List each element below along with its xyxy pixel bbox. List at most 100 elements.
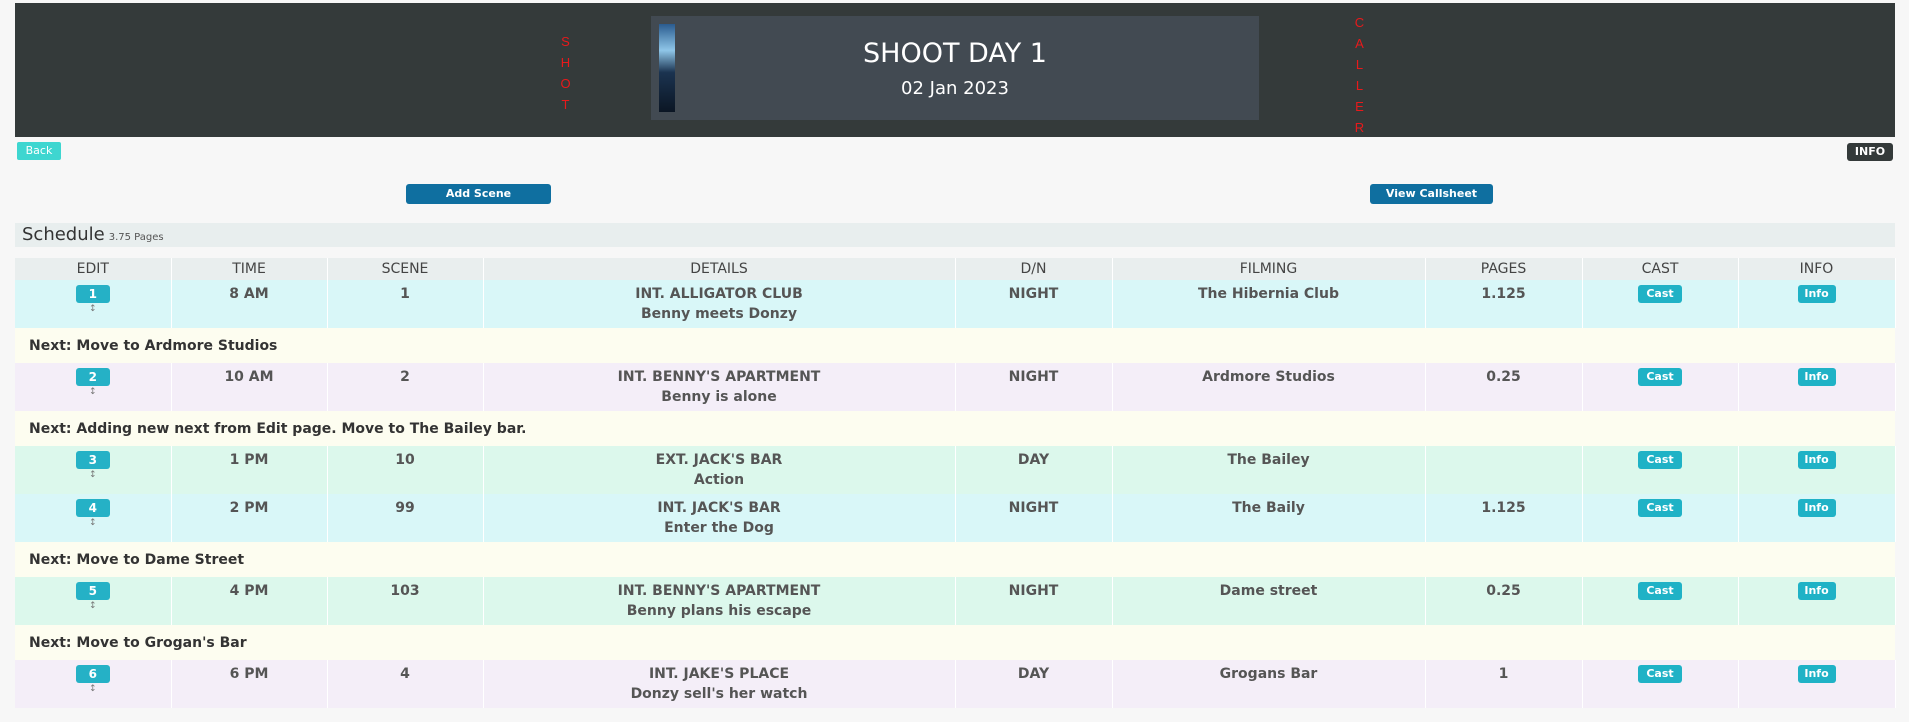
- scene-description: Action: [693, 472, 745, 488]
- dn-cell: DAY: [955, 446, 1113, 494]
- next-move-row: Next: Move to Dame Street: [15, 542, 1895, 577]
- cast-cell: Cast: [1582, 446, 1739, 494]
- time-value: 6 PM: [229, 666, 269, 682]
- time-value: 2 PM: [229, 500, 269, 516]
- row-info-button[interactable]: Info: [1797, 285, 1836, 303]
- filming-location: Ardmore Studios: [1202, 369, 1335, 385]
- edit-scene-button[interactable]: 6: [75, 665, 110, 683]
- edit-scene-button[interactable]: 5: [75, 582, 110, 600]
- edit-cell: 6 ↕: [15, 660, 172, 708]
- filming-cell: The Bailey: [1112, 446, 1426, 494]
- cast-button[interactable]: Cast: [1638, 451, 1682, 469]
- cast-button[interactable]: Cast: [1638, 285, 1682, 303]
- filming-cell: The Hibernia Club: [1112, 280, 1426, 328]
- day-night-value: DAY: [1017, 666, 1050, 682]
- cast-cell: Cast: [1582, 363, 1739, 411]
- table-row: 3 ↕ 1 PM 10 EXT. JACK'S BAR Action DAY The Bail…: [15, 446, 1896, 494]
- vertical-letter: R: [1354, 120, 1366, 135]
- drag-handle-icon[interactable]: ↕: [15, 518, 171, 528]
- pages-value: 0.25: [1486, 583, 1521, 599]
- pages-cell: 0.25: [1425, 577, 1583, 625]
- scene-description: Enter the Dog: [664, 520, 774, 536]
- scene-description: Donzy sell's her watch: [630, 686, 808, 702]
- cast-button[interactable]: Cast: [1638, 499, 1682, 517]
- info-cell: Info: [1738, 280, 1896, 328]
- scene-description: Benny meets Donzy: [640, 306, 798, 322]
- scene-number: 2: [400, 369, 410, 385]
- column-header-edit: EDIT: [15, 258, 172, 280]
- row-info-button[interactable]: Info: [1797, 451, 1836, 469]
- table-row: 1 ↕ 8 AM 1 INT. ALLIGATOR CLUB Benny meets Do…: [15, 280, 1896, 328]
- schedule-table: EDIT TIME SCENE DETAILS D/N FILMING PAGES CAST I…: [15, 258, 1896, 708]
- filming-cell: Ardmore Studios: [1112, 363, 1426, 411]
- pages-value: 1: [1498, 666, 1509, 682]
- time-cell: 8 AM: [171, 280, 328, 328]
- edit-scene-button[interactable]: 3: [75, 451, 110, 469]
- dn-cell: NIGHT: [955, 280, 1113, 328]
- scene-heading: INT. JAKE'S PLACE: [648, 666, 790, 682]
- row-info-button[interactable]: Info: [1797, 368, 1836, 386]
- vertical-letter: L: [1355, 57, 1365, 72]
- filming-location: Dame street: [1219, 583, 1318, 599]
- scene-cell: 10: [327, 446, 484, 494]
- details-cell: INT. JAKE'S PLACE Donzy sell's her watch: [483, 660, 956, 708]
- day-night-value: DAY: [1017, 452, 1050, 468]
- next-move-text: Next: Move to Grogan's Bar: [15, 625, 1895, 660]
- info-cell: Info: [1738, 446, 1896, 494]
- row-info-button[interactable]: Info: [1797, 665, 1836, 683]
- cast-button[interactable]: Cast: [1638, 582, 1682, 600]
- table-header-row: EDIT TIME SCENE DETAILS D/N FILMING PAGES CAST I…: [15, 258, 1896, 280]
- vertical-letter: T: [561, 97, 571, 112]
- column-header-scene: SCENE: [327, 258, 484, 280]
- info-cell: Info: [1738, 363, 1896, 411]
- back-button[interactable]: Back: [17, 142, 61, 160]
- cast-cell: Cast: [1582, 577, 1739, 625]
- vertical-letter: H: [560, 55, 572, 70]
- scene-number: 10: [395, 452, 415, 468]
- cast-cell: Cast: [1582, 660, 1739, 708]
- scene-number: 1: [400, 286, 410, 302]
- row-info-button[interactable]: Info: [1797, 582, 1836, 600]
- schedule-title: Schedule 3.75 Pages: [22, 224, 164, 245]
- next-move-row: Next: Move to Ardmore Studios: [15, 328, 1895, 363]
- vertical-letter: O: [560, 76, 572, 91]
- info-cell: Info: [1738, 660, 1896, 708]
- time-cell: 6 PM: [171, 660, 328, 708]
- shot-vertical-label: SHOT: [558, 31, 574, 115]
- pages-cell: 0.25: [1425, 363, 1583, 411]
- drag-handle-icon[interactable]: ↕: [15, 470, 171, 480]
- details-cell: INT. ALLIGATOR CLUB Benny meets Donzy: [483, 280, 956, 328]
- schedule-header: Schedule 3.75 Pages: [15, 223, 1895, 247]
- column-header-cast: CAST: [1582, 258, 1739, 280]
- day-night-value: NIGHT: [1008, 369, 1059, 385]
- add-scene-button[interactable]: Add Scene: [406, 184, 551, 204]
- scene-cell: 1: [327, 280, 484, 328]
- cast-button[interactable]: Cast: [1638, 665, 1682, 683]
- schedule-title-text: Schedule: [22, 224, 105, 245]
- info-button[interactable]: INFO: [1847, 143, 1893, 161]
- scene-heading: INT. JACK'S BAR: [657, 500, 781, 516]
- edit-scene-button[interactable]: 2: [75, 368, 110, 386]
- view-callsheet-button[interactable]: View Callsheet: [1370, 184, 1493, 204]
- dn-cell: DAY: [955, 660, 1113, 708]
- next-move-row: Next: Move to Grogan's Bar: [15, 625, 1895, 660]
- pages-cell: 1.125: [1425, 494, 1583, 542]
- next-move-text: Next: Move to Ardmore Studios: [15, 328, 1895, 363]
- drag-handle-icon[interactable]: ↕: [15, 387, 171, 397]
- scene-number: 103: [390, 583, 420, 599]
- cast-button[interactable]: Cast: [1638, 368, 1682, 386]
- row-info-button[interactable]: Info: [1797, 499, 1836, 517]
- column-header-dn: D/N: [955, 258, 1113, 280]
- edit-scene-button[interactable]: 1: [75, 285, 110, 303]
- drag-handle-icon[interactable]: ↕: [15, 684, 171, 694]
- edit-scene-button[interactable]: 4: [75, 499, 110, 517]
- drag-handle-icon[interactable]: ↕: [15, 304, 171, 314]
- next-move-row: Next: Adding new next from Edit page. Mo…: [15, 411, 1895, 446]
- day-night-value: NIGHT: [1008, 286, 1059, 302]
- column-header-pages: PAGES: [1425, 258, 1583, 280]
- edit-cell: 2 ↕: [15, 363, 172, 411]
- drag-handle-icon[interactable]: ↕: [15, 601, 171, 611]
- scene-heading: INT. BENNY'S APARTMENT: [617, 369, 821, 385]
- day-night-value: NIGHT: [1008, 583, 1059, 599]
- cast-cell: Cast: [1582, 280, 1739, 328]
